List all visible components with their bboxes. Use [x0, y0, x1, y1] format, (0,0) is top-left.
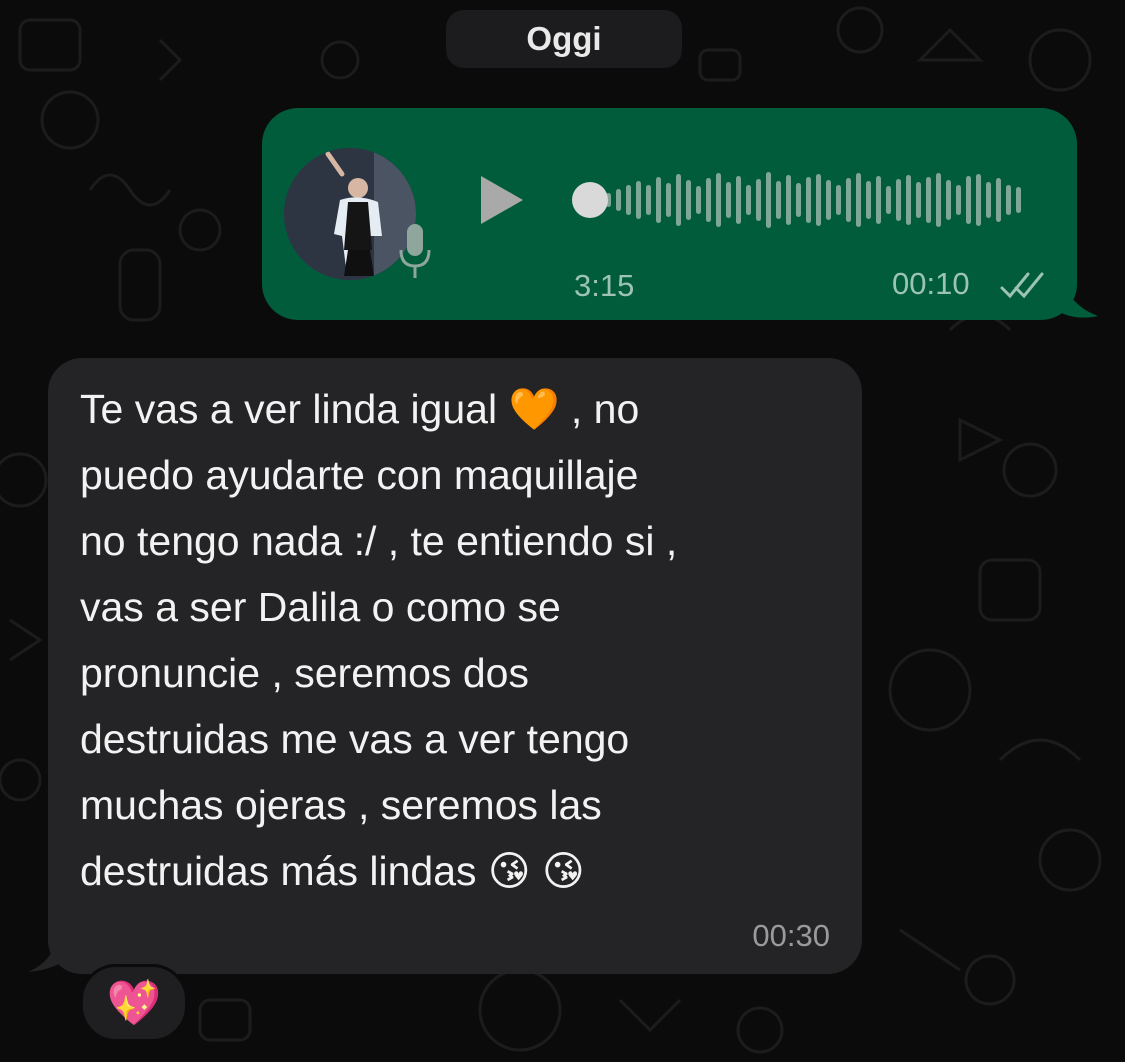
waveform-bar: [616, 189, 621, 211]
waveform-bar: [646, 185, 651, 215]
waveform-bar: [716, 173, 721, 227]
waveform-bar: [936, 173, 941, 227]
waveform-bar: [626, 185, 631, 215]
waveform-bar: [786, 175, 791, 225]
voice-message-bubble[interactable]: 3:15 00:10: [262, 108, 1077, 320]
waveform-bar: [756, 179, 761, 221]
waveform-bar: [906, 175, 911, 225]
waveform-bar: [966, 176, 971, 224]
waveform-bar: [1016, 187, 1021, 213]
waveform-bar: [886, 186, 891, 214]
sender-avatar: [284, 148, 416, 280]
waveform-bar: [736, 176, 741, 224]
waveform-bar: [956, 185, 961, 215]
message-text: Te vas a ver linda igual 🧡 , no puedo ay…: [80, 386, 678, 894]
waveform-bar: [676, 174, 681, 226]
waveform-bar: [916, 182, 921, 218]
microphone-icon: [399, 224, 431, 278]
waveform-bar: [986, 182, 991, 218]
voice-duration: 3:15: [574, 268, 635, 303]
waveform-bar: [846, 178, 851, 222]
waveform-bar: [1006, 185, 1011, 215]
message-reaction[interactable]: 💖: [80, 964, 188, 1042]
waveform-bar: [686, 180, 691, 220]
message-timestamp: 00:30: [752, 918, 830, 953]
waveform-bar: [706, 178, 711, 222]
waveform-bar: [836, 185, 841, 215]
waveform-bar: [976, 174, 981, 226]
date-separator: Oggi: [446, 10, 682, 68]
playback-seek-knob[interactable]: [572, 182, 608, 218]
waveform-bar: [896, 179, 901, 221]
waveform-bar: [926, 177, 931, 223]
waveform-bar: [666, 183, 671, 217]
waveform-bar: [876, 176, 881, 224]
double-check-icon: [1000, 272, 1044, 299]
waveform-bar: [806, 177, 811, 223]
audio-waveform[interactable]: [606, 168, 1026, 232]
waveform-bar: [866, 181, 871, 219]
waveform-bar: [696, 186, 701, 214]
waveform-bar: [946, 180, 951, 220]
sparkling-heart-reaction: 💖: [106, 979, 162, 1028]
waveform-bar: [726, 182, 731, 218]
waveform-bar: [996, 178, 1001, 222]
text-message-bubble[interactable]: Te vas a ver linda igual 🧡 , no puedo ay…: [48, 358, 862, 974]
play-icon: [481, 176, 523, 224]
waveform-bar: [856, 173, 861, 227]
waveform-bar: [826, 180, 831, 220]
waveform-bar: [776, 181, 781, 219]
message-timestamp: 00:10: [892, 266, 970, 301]
waveform-bar: [746, 185, 751, 215]
waveform-bar: [656, 177, 661, 223]
play-button[interactable]: [472, 170, 532, 230]
waveform-bar: [766, 172, 771, 228]
waveform-bar: [636, 181, 641, 219]
waveform-bar: [796, 183, 801, 217]
waveform-bar: [816, 174, 821, 226]
